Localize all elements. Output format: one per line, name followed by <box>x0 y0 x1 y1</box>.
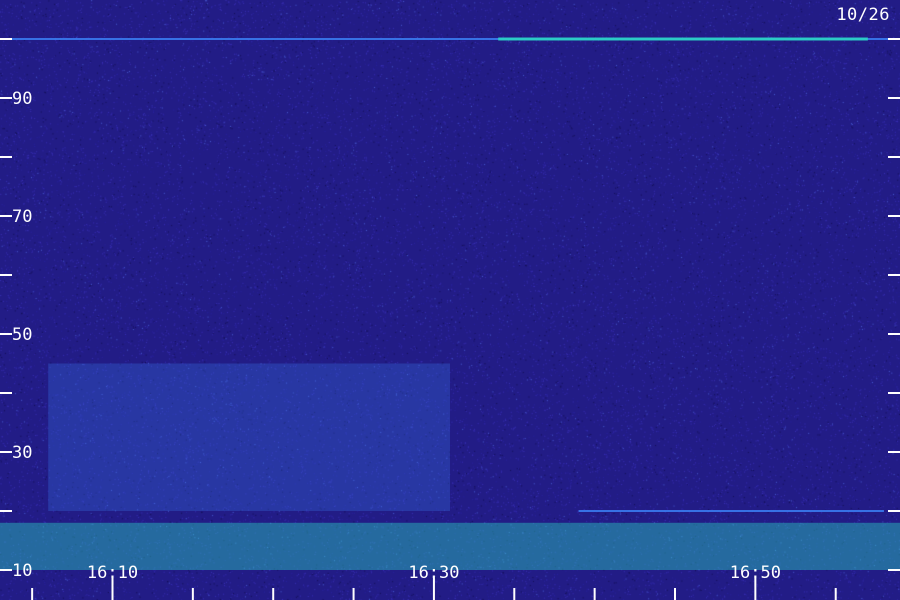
spectrogram-region-3 <box>48 363 450 511</box>
y-tick-label-10: 10 <box>12 561 32 581</box>
y-tick-label-50: 50 <box>12 325 32 345</box>
spectrogram-panel: 10 30 50 70 90 16:10 16:30 16:50 10/26 <box>0 0 900 600</box>
y-tick-label-90: 90 <box>12 89 32 109</box>
y-tick-label-70: 70 <box>12 207 32 227</box>
x-tick-label-1650: 16:50 <box>730 563 781 583</box>
x-tick-label-1610: 16:10 <box>87 563 138 583</box>
y-tick-label-30: 30 <box>12 443 32 463</box>
date-label: 10/26 <box>836 5 890 25</box>
spectrogram-chart: 10 30 50 70 90 16:10 16:30 16:50 <box>0 37 900 600</box>
x-tick-label-1630: 16:30 <box>408 563 459 583</box>
